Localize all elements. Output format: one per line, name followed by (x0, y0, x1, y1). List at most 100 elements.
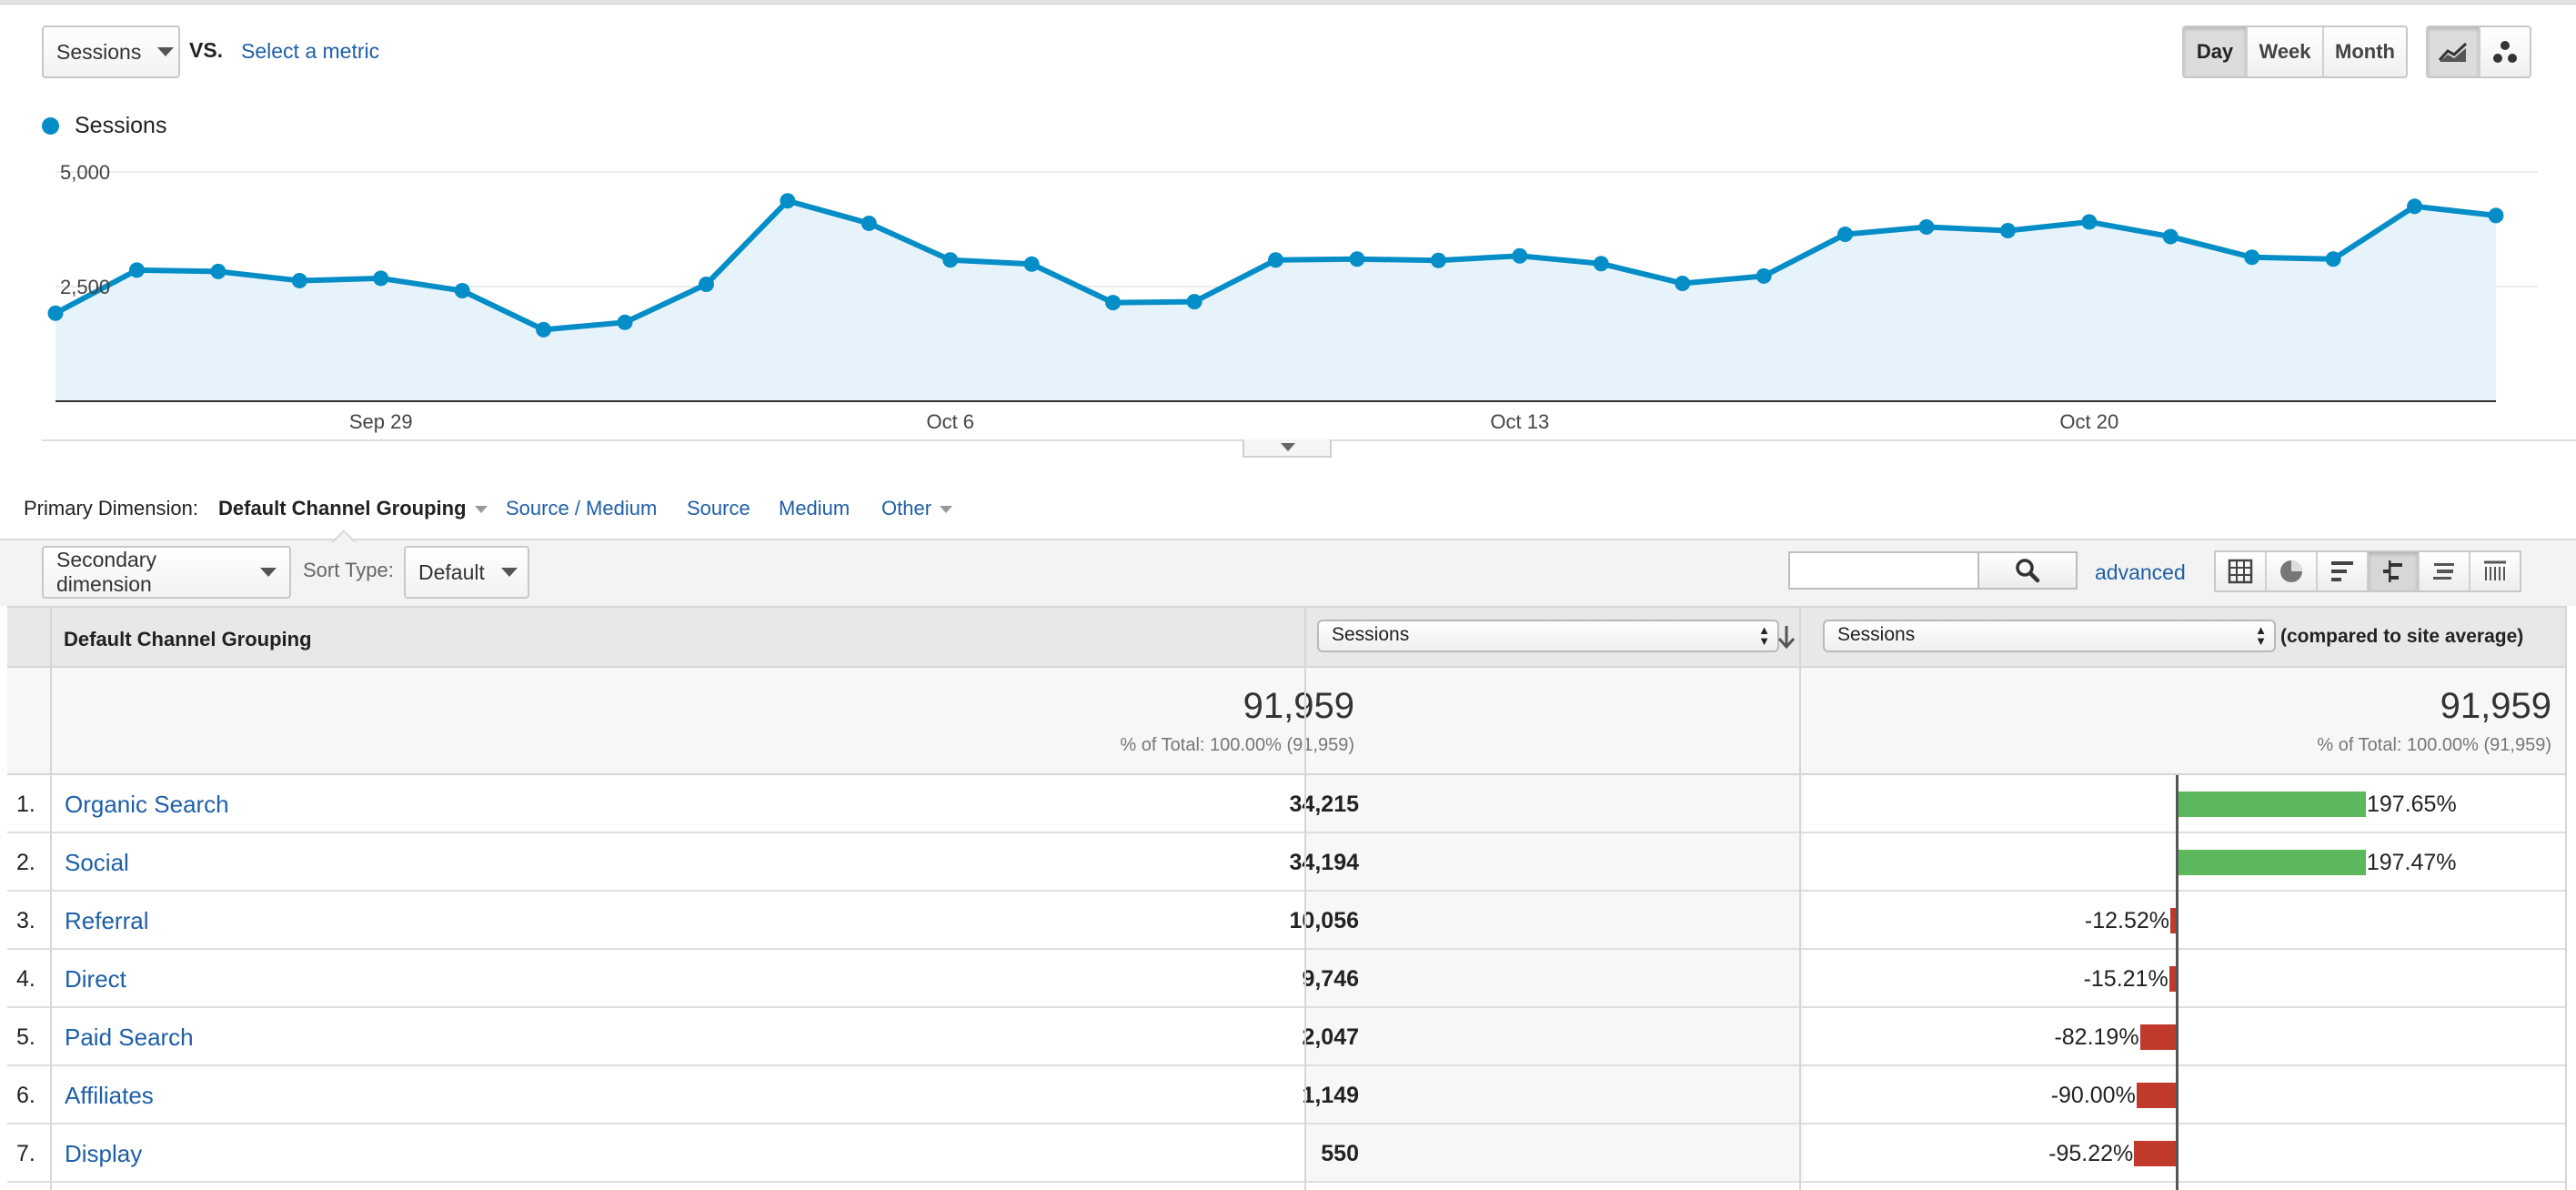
data-point[interactable] (2488, 207, 2504, 224)
channel-link[interactable]: Direct (65, 965, 126, 993)
data-point[interactable] (47, 305, 64, 321)
data-point[interactable] (1999, 223, 2016, 239)
updown-icon: ▲ ▼ (1758, 623, 1770, 648)
data-point[interactable] (617, 314, 633, 330)
data-point[interactable] (1593, 256, 1609, 272)
sessions-cell (1305, 775, 1804, 832)
data-point[interactable] (780, 193, 796, 209)
data-point[interactable] (1023, 256, 1040, 272)
sort-type-dropdown[interactable]: Default (404, 546, 529, 599)
data-point[interactable] (1186, 294, 1202, 310)
data-point[interactable] (1105, 295, 1122, 311)
data-point[interactable] (1512, 247, 1528, 264)
dimension-medium[interactable]: Medium (779, 497, 850, 520)
comparison-value: -95.22% (2048, 1141, 2134, 1166)
column-divider (1799, 606, 1801, 1190)
pivot-icon[interactable] (2470, 552, 2520, 590)
comparison-zero-axis (2176, 775, 2179, 1190)
sort-descending-icon[interactable] (1776, 624, 1796, 650)
channel-link[interactable]: Referral (65, 907, 148, 935)
data-point[interactable] (373, 270, 389, 287)
primary-metric-dropdown[interactable]: Sessions (42, 25, 180, 78)
sessions-cell (1305, 950, 1804, 1006)
data-point[interactable] (1430, 252, 1446, 268)
sessions-cell (1305, 892, 1804, 948)
x-tick-label: Oct 13 (1490, 410, 1549, 433)
row-index: 4. (16, 966, 35, 992)
data-point[interactable] (1268, 252, 1283, 268)
chart-legend: Sessions (42, 113, 166, 139)
column-divider (1304, 606, 1306, 1190)
data-point[interactable] (291, 272, 307, 288)
secondary-dimension-label: Secondary dimension (56, 548, 156, 596)
metric-select-1[interactable]: Sessions ▲ ▼ (1317, 620, 1779, 652)
dimension-source[interactable]: Source (687, 497, 750, 520)
dimension-source-medium[interactable]: Source / Medium (506, 497, 657, 520)
compare-column-header: (compared to site average) (2280, 626, 2524, 647)
data-point[interactable] (1918, 218, 1935, 235)
data-point[interactable] (2081, 214, 2098, 230)
data-point[interactable] (860, 215, 877, 231)
data-point[interactable] (2162, 228, 2179, 245)
channel-link[interactable]: Organic Search (65, 791, 229, 819)
table-row: 4. Direct 9,746 -15.21% (7, 950, 2567, 1008)
top-border (0, 0, 2576, 5)
data-point[interactable] (1349, 251, 1365, 267)
comparison-bar (2178, 792, 2366, 817)
x-tick-label: Oct 20 (2059, 410, 2118, 433)
primary-dimension-label: Primary Dimension: (24, 497, 198, 519)
comparison-icon[interactable] (2369, 552, 2420, 590)
metric-select-1-label: Sessions (1332, 624, 1410, 645)
select-metric-link[interactable]: Select a metric (241, 39, 379, 64)
sessions-cell (1305, 1124, 1804, 1181)
dimension-column-header[interactable]: Default Channel Grouping (64, 628, 312, 651)
data-point[interactable] (454, 283, 470, 299)
primary-dimension-active[interactable]: Default Channel Grouping (218, 497, 488, 520)
sessions-cell (1305, 1066, 1804, 1123)
data-point[interactable] (128, 262, 145, 278)
data-point[interactable] (698, 276, 714, 292)
totals-row: 91,959 % of Total: 100.00% (91,959) 91,9… (7, 668, 2567, 775)
term-cloud-icon[interactable] (2420, 552, 2470, 590)
totals-sessions-percent: % of Total: 100.00% (91,959) (1120, 735, 1354, 755)
channel-link[interactable]: Paid Search (65, 1024, 194, 1052)
search-button[interactable] (1979, 551, 2078, 590)
week-button[interactable]: Week (2248, 27, 2324, 76)
chevron-down-icon (500, 568, 518, 577)
secondary-dimension-dropdown[interactable]: Secondary dimension (42, 546, 291, 599)
performance-icon[interactable] (2318, 552, 2369, 590)
data-point[interactable] (2325, 251, 2341, 267)
sessions-value: 9,746 (1302, 966, 1359, 992)
dimension-other[interactable]: Other (881, 497, 953, 520)
data-point[interactable] (536, 321, 552, 338)
pie-chart-icon[interactable] (2267, 552, 2318, 590)
column-divider (2565, 606, 2567, 1190)
x-tick-label: Oct 6 (926, 410, 974, 433)
y-tick-label: 2,500 (60, 276, 110, 298)
metric-select-2[interactable]: Sessions ▲ ▼ (1823, 620, 2276, 652)
channel-link[interactable]: Display (65, 1140, 142, 1168)
advanced-filter-link[interactable]: advanced (2095, 560, 2186, 585)
data-point[interactable] (942, 252, 959, 268)
table-row: 1. Organic Search 34,215 197.65% (7, 775, 2567, 833)
channel-link[interactable]: Affiliates (65, 1082, 154, 1110)
data-point[interactable] (1756, 267, 1772, 284)
data-point[interactable] (2407, 198, 2423, 215)
data-table-icon[interactable] (2216, 552, 2267, 590)
chevron-down-icon (940, 506, 953, 514)
data-point[interactable] (1675, 275, 1691, 291)
comparison-bar (2134, 1141, 2176, 1166)
collapse-chart-tab[interactable] (1243, 439, 1332, 458)
data-point[interactable] (1837, 227, 1854, 243)
day-button[interactable]: Day (2184, 27, 2248, 76)
comparison-bar (2178, 850, 2366, 875)
table-search-input[interactable] (1788, 551, 1979, 590)
channel-link[interactable]: Social (65, 849, 129, 877)
month-button[interactable]: Month (2324, 27, 2406, 76)
totals-compare: 91,959 (2440, 686, 2551, 726)
data-point[interactable] (210, 263, 226, 279)
data-point[interactable] (2244, 249, 2260, 266)
motion-chart-icon[interactable] (2480, 27, 2530, 76)
line-chart-icon[interactable] (2428, 27, 2480, 76)
sessions-value: 550 (1321, 1141, 1359, 1166)
